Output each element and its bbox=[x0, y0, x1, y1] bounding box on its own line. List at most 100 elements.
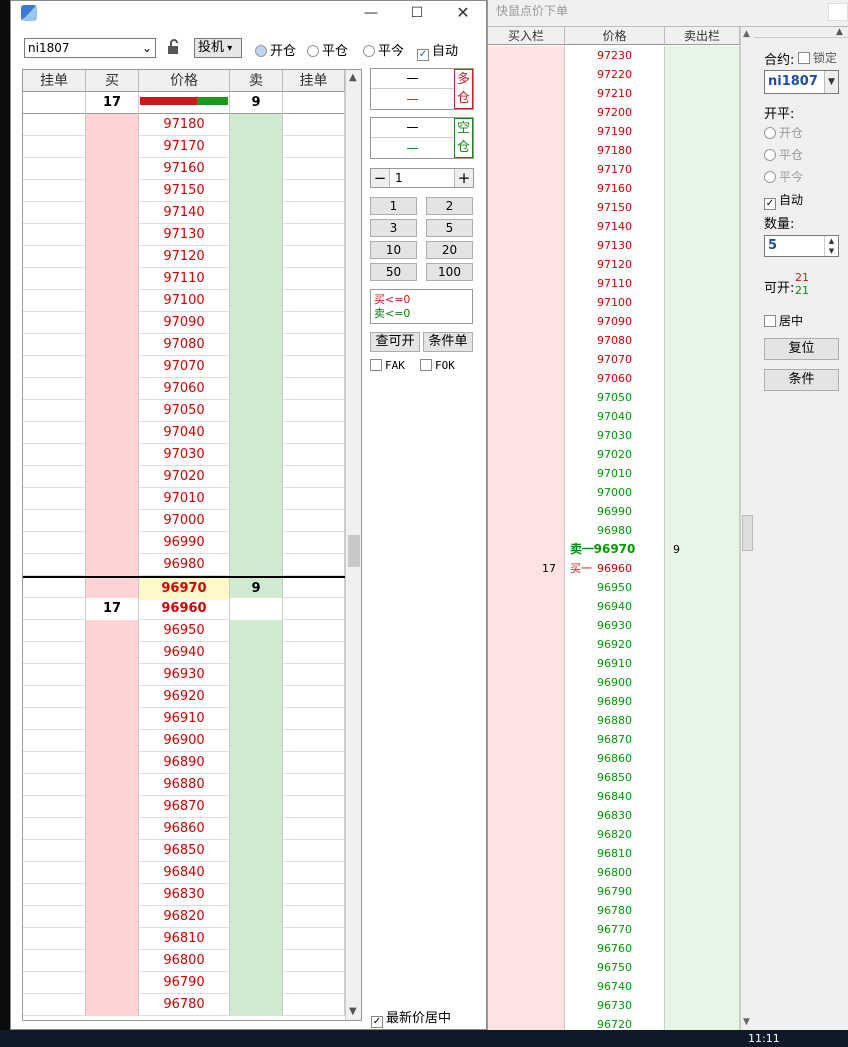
quick-price-cell[interactable]: 97150 bbox=[565, 198, 665, 217]
side-radio-close[interactable]: 平仓 bbox=[764, 146, 803, 163]
quick-price-cell[interactable]: 97160 bbox=[565, 179, 665, 198]
quick-sell-cell[interactable] bbox=[665, 445, 740, 464]
quick-row[interactable]: 96840 bbox=[488, 787, 740, 806]
price-cell[interactable]: 96910 bbox=[139, 708, 230, 730]
quick-buy-cell[interactable] bbox=[488, 654, 565, 673]
price-cell[interactable]: 97080 bbox=[139, 334, 230, 356]
pending-sell-cell[interactable] bbox=[283, 510, 345, 532]
spinner-icon[interactable]: ▲ ▼ bbox=[824, 236, 838, 256]
q-scroll-down-icon[interactable]: ▼ bbox=[743, 1017, 750, 1027]
quick-sell-cell[interactable] bbox=[665, 597, 740, 616]
quick-sell-cell[interactable] bbox=[665, 863, 740, 882]
ladder-row[interactable]: 97080 bbox=[23, 334, 345, 356]
quick-price-cell[interactable]: 96990 bbox=[565, 502, 665, 521]
quick-sell-cell[interactable]: 9 bbox=[665, 540, 740, 559]
quick-buy-cell[interactable] bbox=[488, 160, 565, 179]
quick-sell-cell[interactable] bbox=[665, 464, 740, 483]
pending-sell-cell[interactable] bbox=[283, 158, 345, 180]
quick-row[interactable]: 97140 bbox=[488, 217, 740, 236]
price-cell[interactable]: 96810 bbox=[139, 928, 230, 950]
quick-price-cell[interactable]: 97060 bbox=[565, 369, 665, 388]
ladder-row[interactable]: 96780 bbox=[23, 994, 345, 1016]
quick-buy-cell[interactable] bbox=[488, 730, 565, 749]
quick-price-cell[interactable]: 97230 bbox=[565, 46, 665, 65]
quick-row[interactable]: 96910 bbox=[488, 654, 740, 673]
unlock-icon[interactable] bbox=[166, 38, 182, 56]
sell-cell[interactable] bbox=[230, 400, 283, 422]
scroll-thumb[interactable] bbox=[348, 535, 360, 567]
quick-price-cell[interactable]: 97180 bbox=[565, 141, 665, 160]
pending-buy-cell[interactable] bbox=[23, 730, 86, 752]
sell-cell[interactable] bbox=[230, 686, 283, 708]
sell-cell[interactable] bbox=[230, 488, 283, 510]
ladder-row[interactable]: 97160 bbox=[23, 158, 345, 180]
pending-sell-cell[interactable] bbox=[283, 642, 345, 664]
maximize-button[interactable]: ☐ bbox=[405, 3, 429, 23]
pending-buy-cell[interactable] bbox=[23, 510, 86, 532]
quick-buy-cell[interactable] bbox=[488, 749, 565, 768]
buy-cell[interactable] bbox=[86, 202, 139, 224]
pending-sell-cell[interactable] bbox=[283, 774, 345, 796]
quick-price-cell[interactable]: 96900 bbox=[565, 673, 665, 692]
quick-sell-cell[interactable] bbox=[665, 825, 740, 844]
price-cell[interactable]: 96890 bbox=[139, 752, 230, 774]
pending-sell-cell[interactable] bbox=[283, 136, 345, 158]
ladder-row[interactable]: 97120 bbox=[23, 246, 345, 268]
quick-sell-cell[interactable] bbox=[665, 844, 740, 863]
ladder-row[interactable]: 96920 bbox=[23, 686, 345, 708]
quick-buy-cell[interactable] bbox=[488, 122, 565, 141]
price-cell[interactable]: 97170 bbox=[139, 136, 230, 158]
pending-sell-cell[interactable] bbox=[283, 466, 345, 488]
quick-price-cell[interactable]: 97140 bbox=[565, 217, 665, 236]
price-cell[interactable]: 97140 bbox=[139, 202, 230, 224]
quick-buy-cell[interactable] bbox=[488, 920, 565, 939]
quick-sell-cell[interactable] bbox=[665, 236, 740, 255]
pending-buy-cell[interactable] bbox=[23, 488, 86, 510]
price-cell[interactable]: 96880 bbox=[139, 774, 230, 796]
buy-cell[interactable] bbox=[86, 312, 139, 334]
pending-sell-cell[interactable] bbox=[283, 114, 345, 136]
quick-price-cell[interactable]: 买一 96960 bbox=[565, 559, 665, 578]
quick-sell-cell[interactable] bbox=[665, 996, 740, 1015]
ladder-row[interactable]: 96880 bbox=[23, 774, 345, 796]
price-cell[interactable]: 96930 bbox=[139, 664, 230, 686]
quick-price-cell[interactable]: 96920 bbox=[565, 635, 665, 654]
ladder-row[interactable]: 97010 bbox=[23, 488, 345, 510]
quick-buy-cell[interactable] bbox=[488, 179, 565, 198]
pending-buy-cell[interactable] bbox=[23, 994, 86, 1016]
pending-sell-cell[interactable] bbox=[283, 620, 345, 642]
pending-sell-cell[interactable] bbox=[283, 444, 345, 466]
quick-row[interactable]: 97080 bbox=[488, 331, 740, 350]
price-cell[interactable]: 96940 bbox=[139, 642, 230, 664]
quick-row[interactable]: 96790 bbox=[488, 882, 740, 901]
pending-sell-cell[interactable] bbox=[283, 840, 345, 862]
pending-buy-cell[interactable] bbox=[23, 554, 86, 576]
quick-price-cell[interactable]: 96800 bbox=[565, 863, 665, 882]
buy-cell[interactable] bbox=[86, 400, 139, 422]
quick-sell-cell[interactable] bbox=[665, 160, 740, 179]
side-center-checkbox[interactable]: 居中 bbox=[764, 312, 803, 329]
quick-sell-cell[interactable] bbox=[665, 749, 740, 768]
quick-buy-cell[interactable] bbox=[488, 388, 565, 407]
quick-row[interactable]: 97020 bbox=[488, 445, 740, 464]
quick-row[interactable]: 96920 bbox=[488, 635, 740, 654]
price-cell[interactable]: 96870 bbox=[139, 796, 230, 818]
pending-buy-cell[interactable] bbox=[23, 334, 86, 356]
sell-cell[interactable] bbox=[230, 598, 283, 620]
sell-cell[interactable] bbox=[230, 466, 283, 488]
pending-buy-cell[interactable] bbox=[23, 708, 86, 730]
buy-cell[interactable] bbox=[86, 444, 139, 466]
quick-row[interactable]: 97130 bbox=[488, 236, 740, 255]
ladder-row[interactable]: 97020 bbox=[23, 466, 345, 488]
quick-sell-cell[interactable] bbox=[665, 559, 740, 578]
ladder-row[interactable]: 96910 bbox=[23, 708, 345, 730]
quick-buy-cell[interactable] bbox=[488, 711, 565, 730]
sell-cell[interactable] bbox=[230, 928, 283, 950]
quick-sell-cell[interactable] bbox=[665, 141, 740, 160]
quick-row[interactable]: 97050 bbox=[488, 388, 740, 407]
pending-sell-cell[interactable] bbox=[283, 554, 345, 576]
quick-price-cell[interactable]: 97210 bbox=[565, 84, 665, 103]
ladder-row[interactable]: 97060 bbox=[23, 378, 345, 400]
sell-cell[interactable] bbox=[230, 334, 283, 356]
quick-row[interactable]: 97120 bbox=[488, 255, 740, 274]
